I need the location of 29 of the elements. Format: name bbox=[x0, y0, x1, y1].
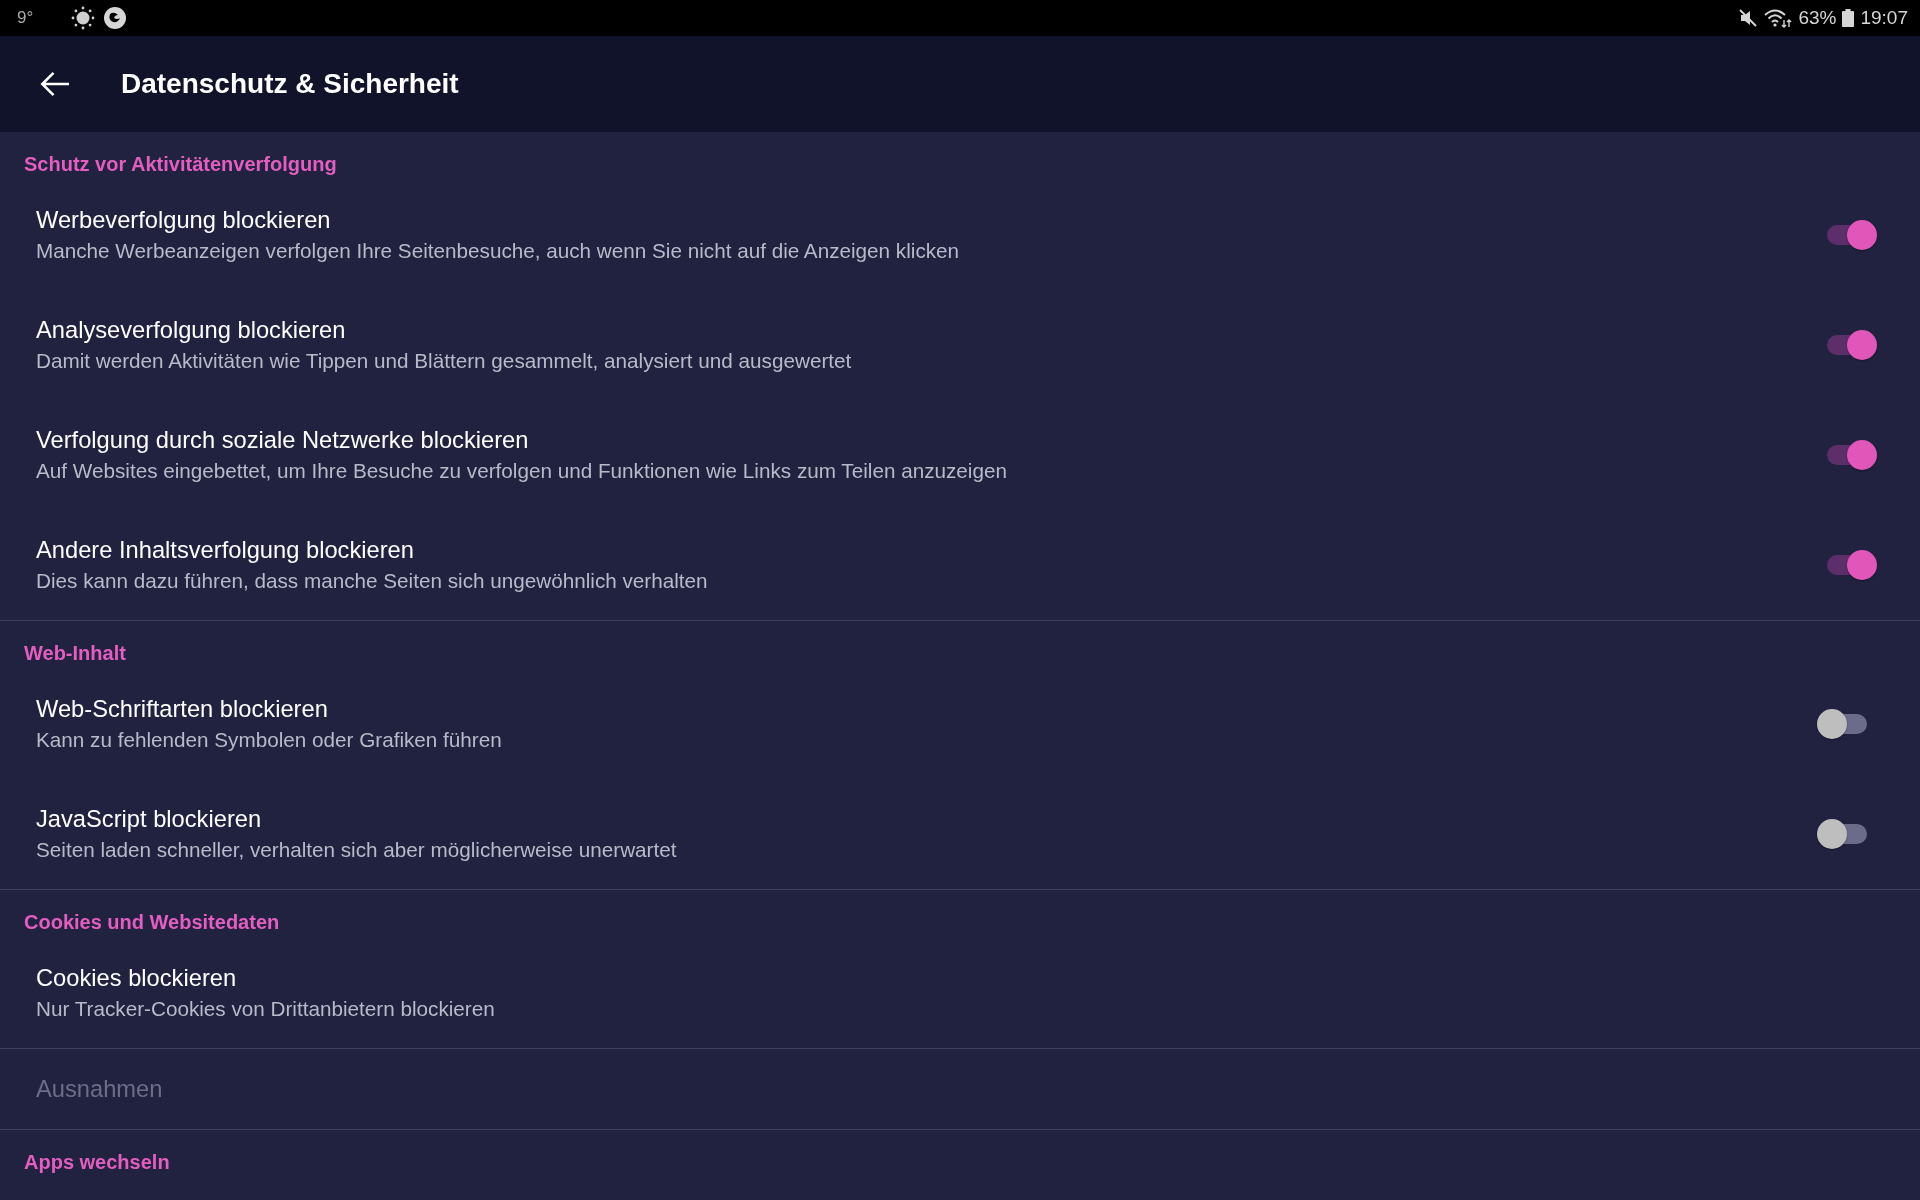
setting-summary: Nur Tracker-Cookies von Drittanbietern blockieren bbox=[36, 996, 495, 1022]
wifi-icon bbox=[1764, 8, 1793, 28]
clock-text: 19:07 bbox=[1860, 7, 1908, 29]
setting-title: Analyseverfolgung blockieren bbox=[36, 316, 346, 345]
back-arrow-icon[interactable] bbox=[40, 71, 70, 97]
setting-title: JavaScript blockieren bbox=[36, 805, 262, 834]
battery-icon bbox=[1842, 9, 1855, 27]
setting-summary: Kann zu fehlenden Symbolen oder Grafiken führen bbox=[36, 727, 502, 753]
section-header: Web-Inhalt bbox=[24, 641, 126, 665]
setting-title: Cookies blockieren bbox=[36, 964, 237, 993]
setting-summary: Damit werden Aktivitäten wie Tippen und Blättern gesammelt, analysiert und ausgewertet bbox=[36, 348, 852, 374]
setting-summary: Manche Werbeanzeigen verfolgen Ihre Seitenbesuche, auch wenn Sie nicht auf die Anzeigen klicken bbox=[36, 238, 960, 264]
setting-summary: Seiten laden schneller, verhalten sich aber möglicherweise unerwartet bbox=[36, 837, 677, 863]
setting-title: Verfolgung durch soziale Netzwerke blockieren bbox=[36, 426, 529, 455]
section-header: Cookies und Websitedaten bbox=[24, 910, 280, 934]
battery-percent-text: 63% bbox=[1798, 7, 1837, 29]
setting-title: Andere Inhaltsverfolgung blockieren bbox=[36, 536, 414, 565]
setting-summary: Auf Websites eingebettet, um Ihre Besuche zu verfolgen und Funktionen wie Links zum Teilen anzuzeigen bbox=[36, 458, 1007, 484]
temperature-text: 9° bbox=[17, 8, 34, 28]
section-header: Apps wechseln bbox=[24, 1150, 170, 1174]
setting-title: Web-Schriftarten blockieren bbox=[36, 695, 328, 724]
section-header: Schutz vor Aktivitätenverfolgung bbox=[24, 152, 337, 176]
sun-icon bbox=[71, 6, 96, 30]
circle-logo-icon bbox=[103, 6, 128, 30]
mute-icon bbox=[1738, 8, 1759, 28]
setting-summary: Dies kann dazu führen, dass manche Seiten sich ungewöhnlich verhalten bbox=[36, 568, 708, 594]
screen-title: Datenschutz & Sicherheit bbox=[121, 67, 459, 101]
setting-title: Ausnahmen bbox=[36, 1075, 163, 1104]
setting-title: Werbeverfolgung blockieren bbox=[36, 206, 331, 235]
